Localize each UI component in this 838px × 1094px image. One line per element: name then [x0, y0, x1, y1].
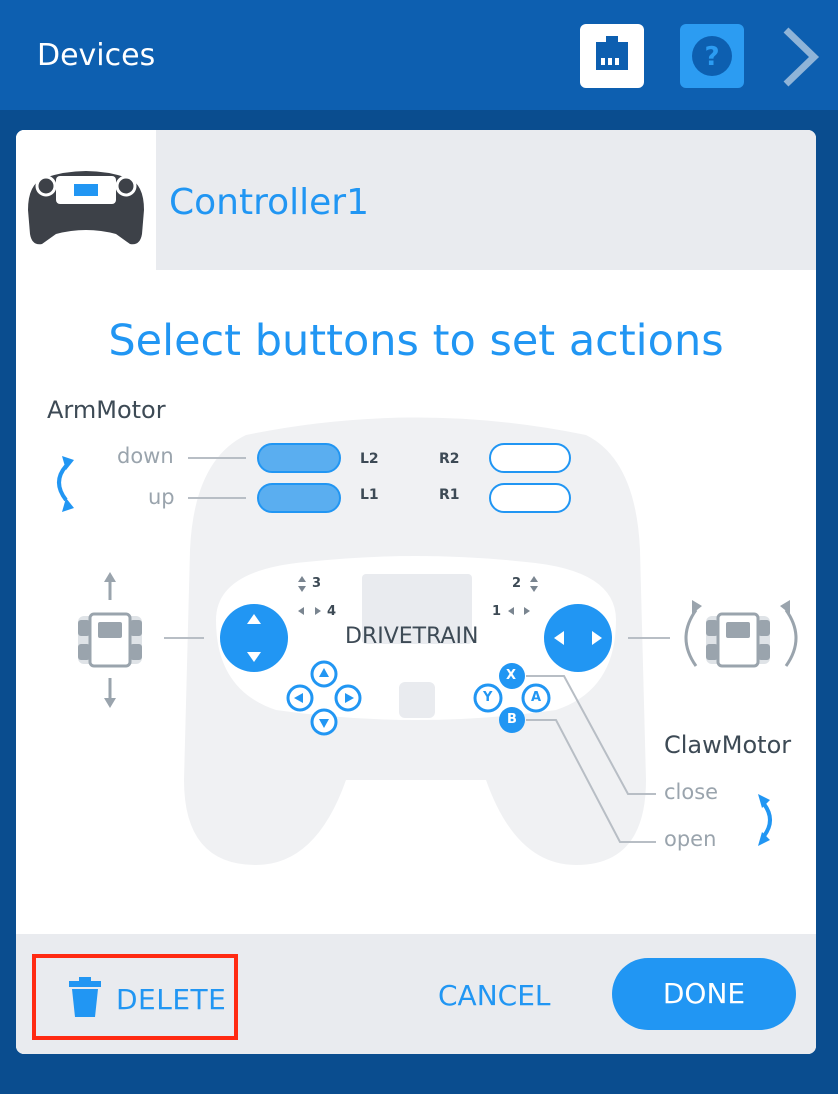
help-button[interactable]: ? [680, 24, 744, 88]
axis-3-label: 3 [312, 576, 322, 591]
l2-button[interactable] [257, 443, 341, 473]
r2-button[interactable] [489, 443, 571, 473]
l2-label: L2 [360, 451, 379, 467]
drivetrain-icon-left [78, 572, 142, 708]
arm-action-up: up [148, 485, 175, 509]
port-icon [596, 36, 628, 70]
claw-motor-label: ClawMotor [664, 731, 792, 759]
chevron-right-icon [783, 27, 820, 87]
a-label: A [531, 690, 542, 705]
x-label: X [506, 668, 517, 683]
port-button[interactable] [580, 24, 644, 88]
r1-label: R1 [439, 487, 460, 503]
footer-bar: DELETE CANCEL DONE [16, 934, 816, 1054]
b-label: B [507, 712, 517, 727]
done-button[interactable]: DONE [612, 958, 796, 1030]
drivetrain-icon-right [684, 600, 798, 668]
arm-action-down: down [117, 444, 174, 468]
r2-label: R2 [439, 451, 460, 467]
arm-motor-label: ArmMotor [47, 396, 166, 424]
delete-button[interactable]: DELETE [32, 954, 238, 1040]
drivetrain-label: DRIVETRAIN [345, 624, 479, 649]
help-icon: ? [692, 36, 732, 76]
controller-config-card: Controller1 Select buttons to set action… [16, 130, 816, 1054]
cancel-button[interactable]: CANCEL [438, 979, 551, 1012]
y-label: Y [483, 690, 493, 705]
rotate-icon-arm [57, 456, 74, 512]
r1-button[interactable] [489, 483, 571, 513]
rotate-icon-claw [758, 794, 772, 846]
top-bar: Devices ? [0, 0, 838, 110]
claw-action-open: open [664, 827, 717, 851]
trash-icon [69, 977, 101, 1017]
controller-diagram [57, 417, 798, 865]
axis-2-label: 2 [512, 576, 522, 591]
claw-action-close: close [664, 780, 719, 804]
axis-1-label: 1 [492, 604, 502, 619]
axis-4-label: 4 [327, 604, 337, 619]
svg-text:?: ? [704, 42, 719, 72]
page-title: Devices [37, 38, 156, 73]
delete-label: DELETE [116, 983, 227, 1016]
l1-label: L1 [360, 487, 379, 503]
l1-button[interactable] [257, 483, 341, 513]
next-button[interactable] [776, 24, 822, 90]
